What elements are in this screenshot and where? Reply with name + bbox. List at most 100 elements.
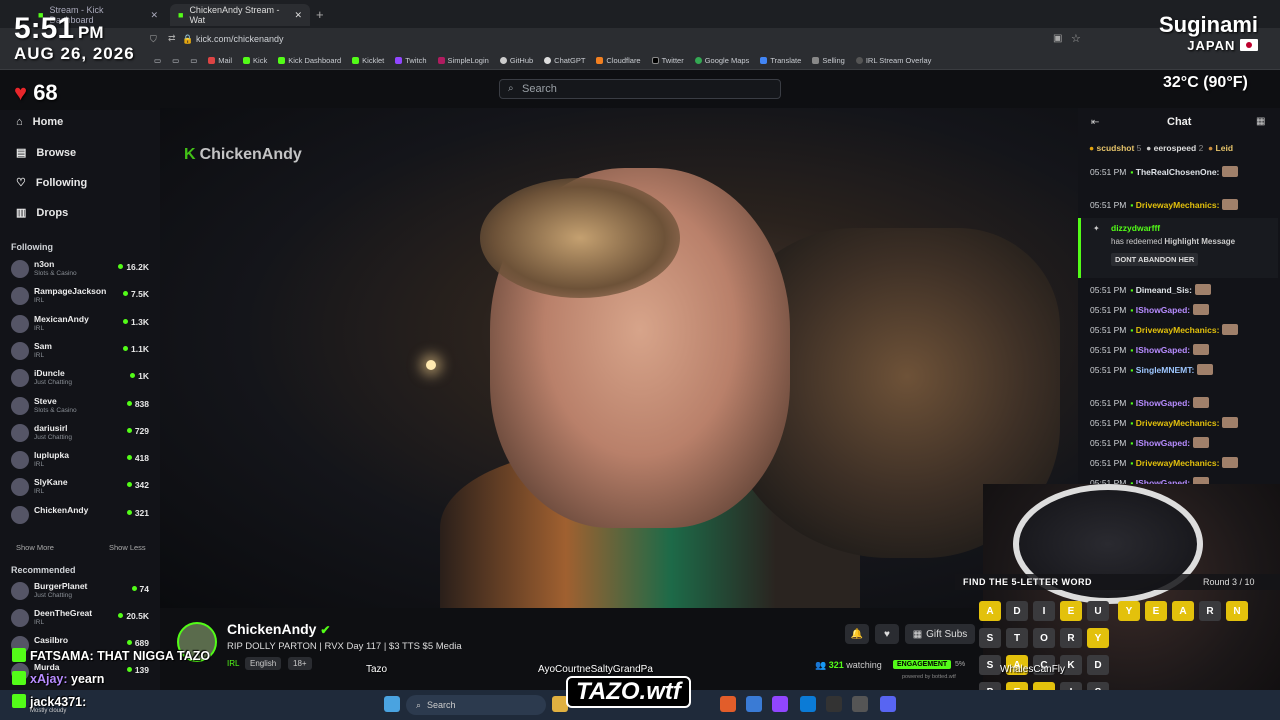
channel-name: DeenTheGreat bbox=[34, 608, 93, 618]
chat-settings-icon[interactable]: ▦ bbox=[1256, 116, 1265, 127]
stream-category-link[interactable]: IRL bbox=[227, 659, 239, 668]
channel-list-item[interactable]: SlyKane IRL 342 bbox=[11, 475, 151, 501]
channel-list-item[interactable]: dariusirl Just Chatting 729 bbox=[11, 421, 151, 447]
close-tab-icon[interactable]: ✕ bbox=[294, 10, 302, 21]
bookmark-folder-icon[interactable]: ▭ bbox=[154, 56, 161, 65]
start-icon[interactable] bbox=[384, 696, 400, 712]
viewers-icon: 👥 bbox=[815, 660, 827, 670]
channel-list-item[interactable]: iDuncle Just Chatting 1K bbox=[11, 366, 151, 392]
letter-tile: D bbox=[1006, 601, 1028, 621]
app-icon[interactable] bbox=[746, 696, 762, 712]
chat-username[interactable]: DrivewayMechanics: bbox=[1136, 418, 1220, 428]
guess-tile: A bbox=[1172, 601, 1194, 621]
app-icon[interactable] bbox=[826, 696, 842, 712]
chat-username[interactable]: TheRealChosenOne: bbox=[1136, 167, 1220, 177]
channel-list-item[interactable]: RampageJackson IRL 7.5K bbox=[11, 284, 151, 310]
viewer-count: 139 bbox=[127, 665, 149, 675]
nav-drops[interactable]: ▥ Drops bbox=[16, 206, 68, 220]
chat-username[interactable]: IShowGaped: bbox=[1136, 345, 1190, 355]
nav-browse[interactable]: ▤ Browse bbox=[16, 146, 76, 160]
channel-avatar bbox=[11, 423, 29, 442]
lock-icon[interactable]: 🔒 bbox=[182, 34, 193, 45]
channel-list-item[interactable]: MexicanAndy IRL 1.3K bbox=[11, 312, 151, 338]
show-less-button[interactable]: Show Less bbox=[109, 543, 146, 552]
tag-18plus[interactable]: 18+ bbox=[288, 657, 312, 670]
url-text[interactable]: kick.com/chickenandy bbox=[196, 34, 284, 44]
tab-chickenandy-stream[interactable]: ■ ChickenAndy Stream - Wat ✕ bbox=[170, 4, 310, 26]
chat-message: 05:51 PM ▪ TheRealChosenOne: bbox=[1090, 166, 1239, 177]
chat-username[interactable]: SingleMNEMT: bbox=[1136, 365, 1195, 375]
channel-avatar bbox=[11, 478, 29, 497]
chat-username[interactable]: DrivewayMechanics: bbox=[1136, 200, 1220, 210]
chat-username[interactable]: Dimeand_Sis: bbox=[1136, 285, 1192, 295]
bookmark-star-icon[interactable]: ☆ bbox=[1071, 32, 1081, 45]
new-tab-icon[interactable]: + bbox=[316, 7, 324, 22]
bookmark-twitch[interactable]: Twitch bbox=[395, 56, 427, 65]
recommended-heading: Recommended bbox=[11, 565, 76, 575]
chat-badge-icon: ▪ bbox=[1130, 458, 1134, 468]
chat-username[interactable]: IShowGaped: bbox=[1136, 438, 1190, 448]
app-icon[interactable] bbox=[852, 696, 868, 712]
firefox-icon[interactable] bbox=[720, 696, 736, 712]
channel-list-item[interactable]: luplupka IRL 418 bbox=[11, 448, 151, 474]
channel-name: RampageJackson bbox=[34, 286, 107, 297]
channel-category: Slots & Casino bbox=[34, 270, 77, 277]
shield-icon[interactable]: ⛉ bbox=[150, 34, 157, 45]
channel-name: BurgerPlanet bbox=[34, 581, 88, 591]
discord-icon[interactable] bbox=[880, 696, 896, 712]
bookmark-simplelogin[interactable]: SimpleLogin bbox=[437, 56, 489, 65]
overlay-date: AUG 26, 2026 bbox=[14, 44, 135, 63]
video-player[interactable]: K ChickenAndy bbox=[160, 108, 1078, 608]
emote-icon bbox=[1222, 166, 1239, 177]
channel-list-item[interactable]: Sam IRL 1.1K bbox=[11, 339, 151, 365]
bookmark-github[interactable]: GitHub bbox=[499, 56, 533, 65]
channel-list-item[interactable]: Steve Slots & Casino 838 bbox=[11, 394, 151, 420]
gifter-badge-icon: ● bbox=[1208, 143, 1214, 153]
bookmark-irl-stream-overlay[interactable]: IRL Stream Overlay bbox=[855, 56, 931, 65]
nav-following[interactable]: ♡ Following bbox=[16, 176, 87, 190]
channel-name: Casilbro bbox=[34, 635, 69, 645]
vscode-icon[interactable] bbox=[800, 696, 816, 712]
chat-message: 05:51 PM ▪ DrivewayMechanics: bbox=[1090, 199, 1239, 210]
bookmark-kick-dashboard[interactable]: Kick Dashboard bbox=[278, 56, 341, 65]
chat-username[interactable]: DrivewayMechanics: bbox=[1136, 458, 1220, 468]
site-settings-icon[interactable]: ⇄ bbox=[168, 33, 176, 44]
chat-username[interactable]: IShowGaped: bbox=[1136, 305, 1190, 315]
chat-username[interactable]: DrivewayMechanics: bbox=[1136, 325, 1220, 335]
channel-category: IRL bbox=[34, 619, 45, 626]
search-input[interactable]: ⌕ Search bbox=[499, 79, 781, 99]
emote-icon bbox=[1193, 397, 1210, 408]
reader-mode-icon[interactable]: ▣ bbox=[1053, 33, 1062, 44]
channel-name[interactable]: ChickenAndy ✔ bbox=[227, 621, 330, 637]
tag-english[interactable]: English bbox=[245, 657, 282, 670]
bookmark-kick[interactable]: Kick bbox=[243, 56, 267, 65]
bookmark-chatgpt[interactable]: ChatGPT bbox=[544, 56, 585, 65]
bookmark-kicklet[interactable]: Kicklet bbox=[352, 56, 384, 65]
bookmark-selling[interactable]: Selling bbox=[812, 56, 845, 65]
bookmark-google-maps[interactable]: Google Maps bbox=[694, 56, 749, 65]
bookmark-folder-icon[interactable]: ▭ bbox=[190, 56, 197, 65]
show-more-button[interactable]: Show More bbox=[16, 543, 54, 552]
highlight-user[interactable]: dizzydwarfff bbox=[1111, 223, 1160, 233]
bookmark-mail[interactable]: Mail bbox=[208, 56, 232, 65]
bookmark-twitter[interactable]: Twitter bbox=[651, 56, 684, 65]
channel-list-item[interactable]: DeenTheGreat IRL 20.5K bbox=[11, 606, 151, 632]
channel-list-item[interactable]: ChickenAndy 321 bbox=[11, 503, 151, 529]
follow-heart-button[interactable]: ♥ bbox=[875, 624, 899, 644]
channel-list-item[interactable]: BurgerPlanet Just Chatting 74 bbox=[11, 579, 151, 605]
channel-list-item[interactable]: n3on Slots & Casino 16.2K bbox=[11, 257, 151, 283]
bookmark-cloudflare[interactable]: Cloudflare bbox=[596, 56, 641, 65]
bookmark-translate[interactable]: Translate bbox=[760, 56, 801, 65]
collapse-chat-icon[interactable]: ⇤ bbox=[1091, 117, 1099, 128]
nav-home[interactable]: ⌂ Home bbox=[16, 116, 63, 128]
gift-subs-button[interactable]: ▦ Gift Subs bbox=[905, 624, 975, 644]
github-icon[interactable] bbox=[772, 696, 788, 712]
weather-widget[interactable]: Mostly cloudy bbox=[30, 708, 66, 714]
bookmark-folder-icon[interactable]: ▭ bbox=[172, 56, 179, 65]
notification-bell-button[interactable]: 🔔 bbox=[845, 624, 869, 644]
taskbar-search[interactable]: ⌕ Search bbox=[406, 695, 546, 715]
chat-timestamp: 05:51 PM bbox=[1090, 365, 1127, 375]
channel-name: n3on bbox=[34, 259, 55, 269]
chat-username[interactable]: IShowGaped: bbox=[1136, 398, 1190, 408]
close-tab-icon[interactable]: ✕ bbox=[150, 10, 158, 21]
